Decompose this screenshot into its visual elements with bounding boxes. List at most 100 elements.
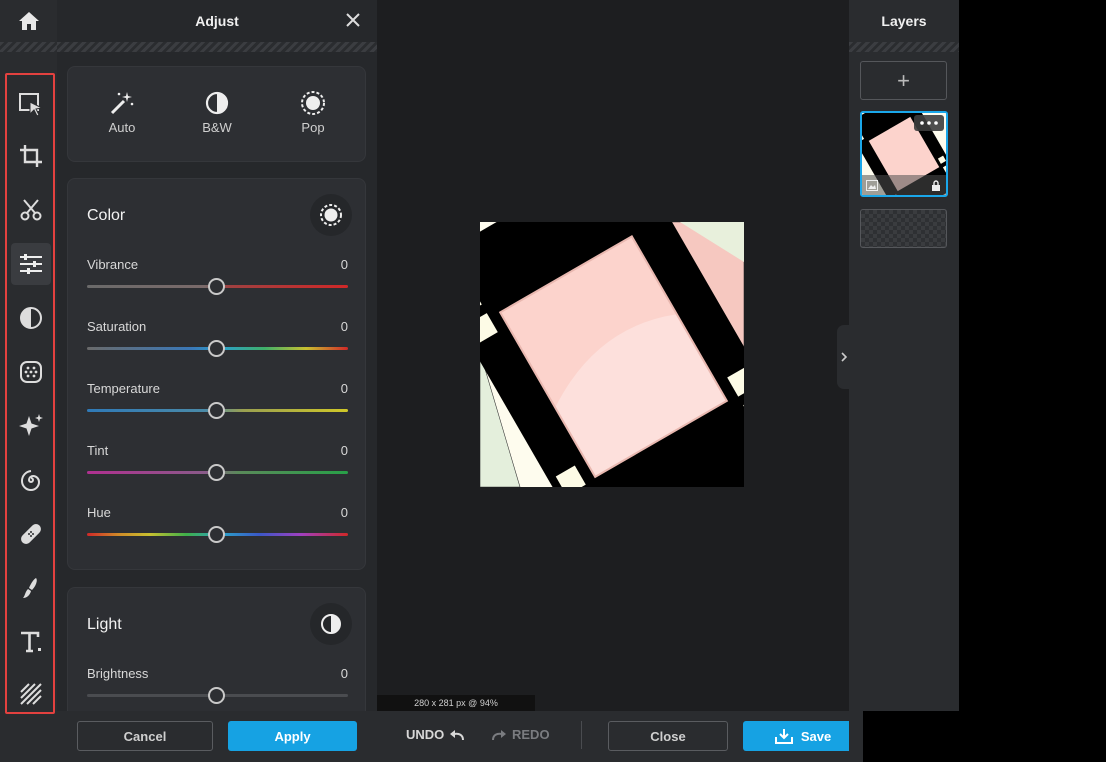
- apply-button[interactable]: Apply: [228, 721, 357, 751]
- tool-effects[interactable]: [11, 297, 51, 339]
- hatch-divider: [0, 42, 57, 52]
- color-toggle-button[interactable]: [310, 194, 352, 236]
- add-layer-button[interactable]: +: [860, 61, 947, 100]
- tool-ai[interactable]: [11, 405, 51, 447]
- tool-crop[interactable]: [11, 135, 51, 177]
- more-dots-icon: [920, 121, 938, 125]
- redo-button[interactable]: REDO: [491, 727, 550, 742]
- preset-auto[interactable]: Auto: [82, 89, 162, 135]
- crop-icon: [20, 145, 42, 167]
- hatch-divider: [57, 42, 377, 52]
- empty-region: [959, 0, 1106, 762]
- slider-label: Saturation: [87, 319, 147, 334]
- slider-thumb[interactable]: [208, 687, 225, 704]
- select-icon: [19, 93, 44, 117]
- close-button[interactable]: Close: [608, 721, 728, 751]
- tool-liquify[interactable]: [11, 459, 51, 501]
- brush-icon: [23, 578, 37, 598]
- layers-panel: Layers +: [849, 0, 959, 711]
- contrast-half-circle-icon: [205, 91, 229, 115]
- panel-title: Adjust: [195, 13, 239, 29]
- tool-filters[interactable]: [11, 351, 51, 393]
- tool-cutout[interactable]: [11, 189, 51, 231]
- light-title: Light: [87, 616, 122, 633]
- effects-icon: [20, 307, 42, 329]
- slider-value: 0: [340, 381, 348, 396]
- preset-pop-label: Pop: [301, 120, 325, 135]
- ai-sparkle-icon: [19, 414, 43, 436]
- preset-bw[interactable]: B&W: [177, 89, 257, 135]
- tool-text[interactable]: [11, 621, 51, 663]
- chevron-right-icon: [841, 352, 847, 362]
- save-button[interactable]: Save: [743, 721, 863, 751]
- home-button[interactable]: [0, 0, 57, 42]
- tool-brush[interactable]: [11, 567, 51, 609]
- background-layer[interactable]: [860, 209, 947, 248]
- slider-thumb[interactable]: [208, 464, 225, 481]
- bottom-bar: UNDO REDO Close Save: [377, 711, 863, 762]
- download-icon: [774, 729, 793, 744]
- slider-label: Tint: [87, 443, 109, 458]
- bottom-bar-extension: [849, 711, 863, 762]
- canvas-info: 280 x 281 px @ 94%: [377, 695, 535, 711]
- save-label: Save: [800, 728, 832, 744]
- image-icon: [866, 180, 878, 191]
- close-icon: [346, 13, 360, 27]
- slider-value: 0: [340, 666, 348, 681]
- divider: [581, 721, 582, 749]
- close-panel-button[interactable]: [343, 10, 363, 30]
- slider-label: Vibrance: [87, 257, 139, 272]
- tool-texture[interactable]: [11, 673, 51, 715]
- slider-value: 0: [340, 257, 348, 272]
- color-title: Color: [87, 207, 126, 224]
- sun-burst-icon: [320, 204, 342, 226]
- slider-thumb[interactable]: [208, 526, 225, 543]
- film-strip-artwork: [480, 222, 744, 487]
- canvas-area[interactable]: 280 x 281 px @ 94%: [377, 0, 849, 711]
- home-icon: [18, 12, 39, 30]
- tool-list: [5, 73, 55, 714]
- light-card: Light Brightness 0: [67, 587, 366, 711]
- canvas-image[interactable]: [480, 222, 744, 487]
- undo-icon: [450, 729, 465, 740]
- slider-thumb[interactable]: [208, 402, 225, 419]
- slider-thumb[interactable]: [208, 278, 225, 295]
- light-toggle-button[interactable]: [310, 603, 352, 645]
- preset-bw-label: B&W: [202, 120, 232, 135]
- color-card: Color Vibrance 0 Saturation 0 Temperatur…: [67, 178, 366, 570]
- tool-select[interactable]: [11, 84, 51, 126]
- preset-pop[interactable]: Pop: [273, 89, 353, 135]
- layer-menu-button[interactable]: [914, 115, 944, 131]
- slider-label: Hue: [87, 505, 111, 520]
- collapse-layers-button[interactable]: [837, 325, 851, 389]
- adjust-sliders-icon: [20, 254, 42, 274]
- lock-icon[interactable]: [931, 180, 941, 191]
- undo-label: UNDO: [406, 727, 445, 742]
- layers-header: Layers: [849, 0, 959, 42]
- tool-heal[interactable]: [11, 513, 51, 555]
- contrast-half-circle-icon: [321, 614, 341, 634]
- presets-card: Auto B&W Pop: [67, 66, 366, 162]
- slider-value: 0: [340, 505, 348, 520]
- slider-thumb[interactable]: [208, 340, 225, 357]
- tool-rail: [0, 0, 57, 762]
- text-icon: [21, 631, 41, 653]
- tool-adjust[interactable]: [11, 243, 51, 285]
- filters-dots-icon: [20, 361, 42, 383]
- hatch-divider: [849, 42, 959, 52]
- adjust-panel: Adjust Auto B&W Pop Color Vibrance 0 Sat…: [57, 0, 377, 762]
- slider-label: Temperature: [87, 381, 160, 396]
- cancel-button[interactable]: Cancel: [77, 721, 213, 751]
- cutout-scissors-icon: [20, 199, 42, 221]
- preset-auto-label: Auto: [108, 120, 136, 135]
- liquify-swirl-icon: [20, 470, 41, 492]
- heal-bandage-icon: [21, 524, 41, 544]
- redo-icon: [492, 729, 506, 740]
- slider-label: Brightness: [87, 666, 149, 681]
- undo-button[interactable]: UNDO: [406, 727, 465, 742]
- slider-value: 0: [340, 443, 348, 458]
- slider-value: 0: [340, 319, 348, 334]
- layer-thumbnail[interactable]: [860, 111, 948, 197]
- panel-header: Adjust: [57, 0, 377, 42]
- magic-wand-icon: [110, 92, 134, 115]
